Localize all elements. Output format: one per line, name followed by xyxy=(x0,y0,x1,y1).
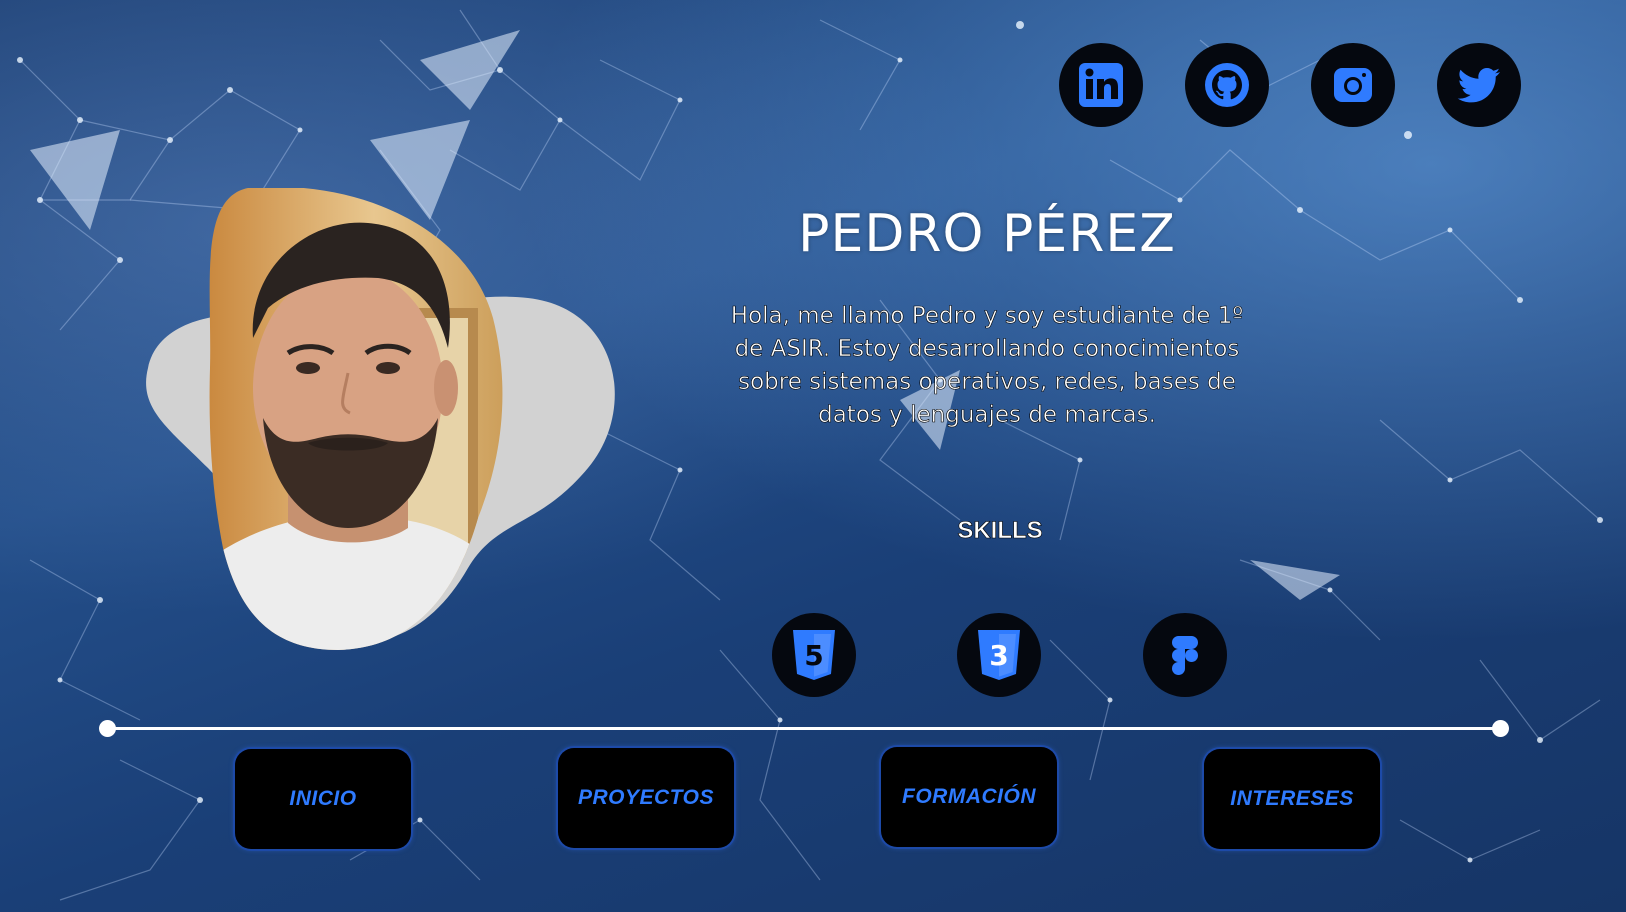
twitter-icon xyxy=(1457,68,1500,103)
timeline-line xyxy=(107,727,1501,730)
css3-icon: 3 xyxy=(978,630,1020,680)
svg-text:5: 5 xyxy=(804,639,823,672)
skills-heading: SKILLS xyxy=(957,517,1043,545)
github-link[interactable] xyxy=(1185,43,1269,127)
skill-figma xyxy=(1143,613,1227,697)
avatar xyxy=(146,188,615,650)
figma-icon xyxy=(1172,636,1198,675)
profile-bio: Hola, me llamo Pedro y soy estudiante de… xyxy=(730,303,1244,429)
skill-html5: 5 xyxy=(772,613,856,697)
nav-formacion-button[interactable]: FORMACIÓN xyxy=(881,747,1057,847)
nav-proyectos-button[interactable]: PROYECTOS xyxy=(558,748,734,848)
nav-inicio-button[interactable]: INICIO xyxy=(235,749,411,849)
twitter-link[interactable] xyxy=(1437,43,1521,127)
instagram-icon xyxy=(1334,68,1372,102)
timeline-end-dot xyxy=(1492,720,1509,737)
linkedin-icon xyxy=(1079,63,1123,107)
linkedin-link[interactable] xyxy=(1059,43,1143,127)
nav-intereses-button[interactable]: INTERESES xyxy=(1204,749,1380,849)
instagram-link[interactable] xyxy=(1311,43,1395,127)
timeline-start-dot xyxy=(99,720,116,737)
profile-name: PEDRO PÉREZ xyxy=(798,204,1176,264)
github-icon xyxy=(1205,63,1249,107)
skill-css3: 3 xyxy=(957,613,1041,697)
html5-icon: 5 xyxy=(793,630,835,680)
svg-text:3: 3 xyxy=(989,639,1008,672)
